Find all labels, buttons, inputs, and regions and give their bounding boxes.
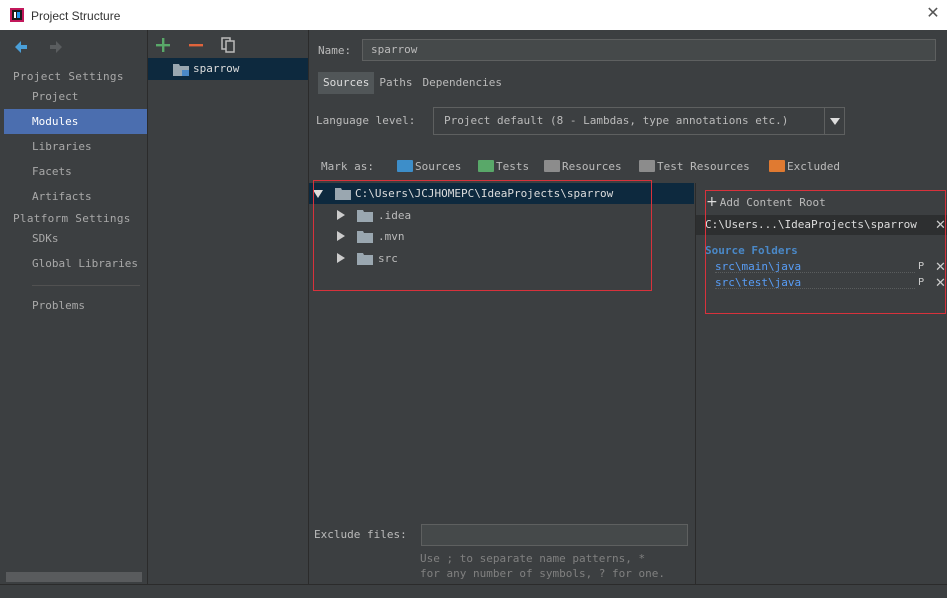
close-icon[interactable]: ✕ (925, 5, 941, 21)
source-folder-row[interactable]: src\main\java (715, 259, 935, 275)
content-root-path-label: C:\Users...\IdeaProjects\sparrow (705, 218, 917, 231)
add-content-root-label: Add Content Root (719, 196, 826, 209)
sidebar-item-sdks[interactable]: SDKs (4, 226, 147, 251)
exclude-hint-line2: for any number of symbols, ? for one. (420, 567, 666, 580)
folder-icon (357, 210, 373, 222)
source-folders-header: Source Folders (705, 244, 798, 257)
mark-excluded-label: Excluded (787, 160, 840, 173)
tab-dependencies[interactable]: Dependencies (417, 72, 506, 94)
sidebar-item-project[interactable]: Project (4, 84, 147, 109)
dotted-leader (715, 288, 915, 289)
folder-icon (335, 188, 351, 200)
content-roots-panel: + Add Content Root C:\Users...\IdeaProjec… (695, 183, 947, 584)
nav-buttons (12, 38, 75, 56)
sidebar-item-artifacts[interactable]: Artifacts (4, 184, 147, 209)
sidebar-scrollbar[interactable] (6, 572, 142, 582)
resources-folder-icon (544, 160, 560, 172)
modules-list-panel: sparrow (148, 30, 309, 584)
language-level-select[interactable]: Project default (8 - Lambdas, type annot… (433, 107, 845, 135)
language-level-label: Language level: (316, 114, 416, 127)
tree-item-label: .mvn (378, 230, 405, 243)
excluded-folder-icon (769, 160, 785, 172)
bottom-bar (0, 584, 947, 598)
tree-row-idea[interactable]: .idea (309, 205, 609, 226)
back-arrow-icon[interactable] (12, 38, 30, 56)
source-tree: C:\Users\JCJHOMEPC\IdeaProjects\sparrow … (309, 180, 694, 584)
exclude-files-label: Exclude files: (314, 528, 407, 541)
modules-toolbar (154, 36, 245, 56)
forward-arrow-icon[interactable] (47, 38, 65, 56)
remove-root-icon[interactable]: ✕ (935, 219, 946, 232)
module-folder-icon (173, 64, 189, 76)
add-content-root-button[interactable]: + Add Content Root (706, 194, 826, 210)
sidebar-divider (32, 285, 140, 286)
title-bar: Project Structure ✕ (0, 0, 947, 30)
sidebar-item-modules[interactable]: Modules (4, 109, 147, 134)
tree-item-label: src (378, 252, 398, 265)
expand-triangle-icon[interactable] (337, 210, 345, 220)
remove-icon[interactable] (187, 36, 205, 54)
mark-test-resources-label: Test Resources (657, 160, 750, 173)
mark-as-label: Mark as: (321, 160, 374, 173)
sidebar-item-global-libraries[interactable]: Global Libraries (4, 251, 147, 276)
mark-sources-button[interactable]: Sources (397, 160, 461, 173)
content-root-path[interactable]: C:\Users...\IdeaProjects\sparrow (696, 215, 947, 235)
tests-folder-icon (478, 160, 494, 172)
tab-sources[interactable]: Sources (318, 72, 375, 94)
tree-row-root[interactable]: C:\Users\JCJHOMEPC\IdeaProjects\sparrow (309, 183, 694, 204)
collapse-triangle-icon[interactable] (313, 190, 323, 198)
remove-folder-icon[interactable]: ✕ (935, 277, 946, 290)
mark-tests-button[interactable]: Tests (478, 160, 529, 173)
module-settings: Name: sparrow Sources Paths Dependencies L… (309, 30, 947, 584)
add-icon[interactable] (154, 36, 172, 54)
dotted-leader (715, 272, 915, 273)
expand-triangle-icon[interactable] (337, 253, 345, 263)
mark-resources-label: Resources (562, 160, 622, 173)
intellij-app-icon (10, 8, 24, 22)
chevron-down-icon[interactable] (824, 108, 844, 134)
platform-settings-header: Platform Settings (13, 212, 131, 225)
language-level-value: Project default (8 - Lambdas, type annot… (444, 114, 789, 127)
tab-paths[interactable]: Paths (374, 72, 417, 94)
source-folder-row[interactable]: src\test\java (715, 275, 935, 291)
module-tabs: Sources Paths Dependencies (318, 72, 507, 94)
sidebar-item-libraries[interactable]: Libraries (4, 134, 147, 159)
settings-sidebar: Project Settings Project Modules Librari… (4, 30, 148, 584)
remove-folder-icon[interactable]: ✕ (935, 261, 946, 274)
mark-sources-label: Sources (415, 160, 462, 173)
project-settings-header: Project Settings (13, 70, 124, 83)
sidebar-item-problems[interactable]: Problems (4, 293, 147, 318)
edit-properties-icon[interactable]: P (918, 261, 924, 272)
name-input[interactable]: sparrow (362, 39, 936, 61)
exclude-hint-line1: Use ; to separate name patterns, * (420, 552, 646, 565)
sources-folder-icon (397, 160, 413, 172)
plus-icon: + (706, 194, 718, 210)
window-title: Project Structure (31, 9, 121, 23)
expand-triangle-icon[interactable] (337, 231, 345, 241)
edit-properties-icon[interactable]: P (918, 277, 924, 288)
mark-excluded-button[interactable]: Excluded (769, 160, 840, 173)
mark-tests-label: Tests (496, 160, 530, 173)
folder-icon (357, 253, 373, 265)
tree-root-label: C:\Users\JCJHOMEPC\IdeaProjects\sparrow (355, 187, 614, 200)
folder-icon (357, 231, 373, 243)
name-label: Name: (318, 44, 352, 57)
test-resources-folder-icon (639, 160, 655, 172)
copy-icon[interactable] (219, 36, 237, 54)
module-item-label: sparrow (193, 62, 240, 75)
mark-resources-button[interactable]: Resources (544, 160, 622, 173)
tree-row-src[interactable]: src (309, 248, 609, 269)
sidebar-item-facets[interactable]: Facets (4, 159, 147, 184)
mark-test-resources-button[interactable]: Test Resources (639, 160, 750, 173)
exclude-files-input[interactable] (421, 524, 688, 546)
module-item-sparrow[interactable]: sparrow (148, 58, 308, 80)
tree-row-mvn[interactable]: .mvn (309, 226, 609, 247)
tree-item-label: .idea (378, 209, 412, 222)
